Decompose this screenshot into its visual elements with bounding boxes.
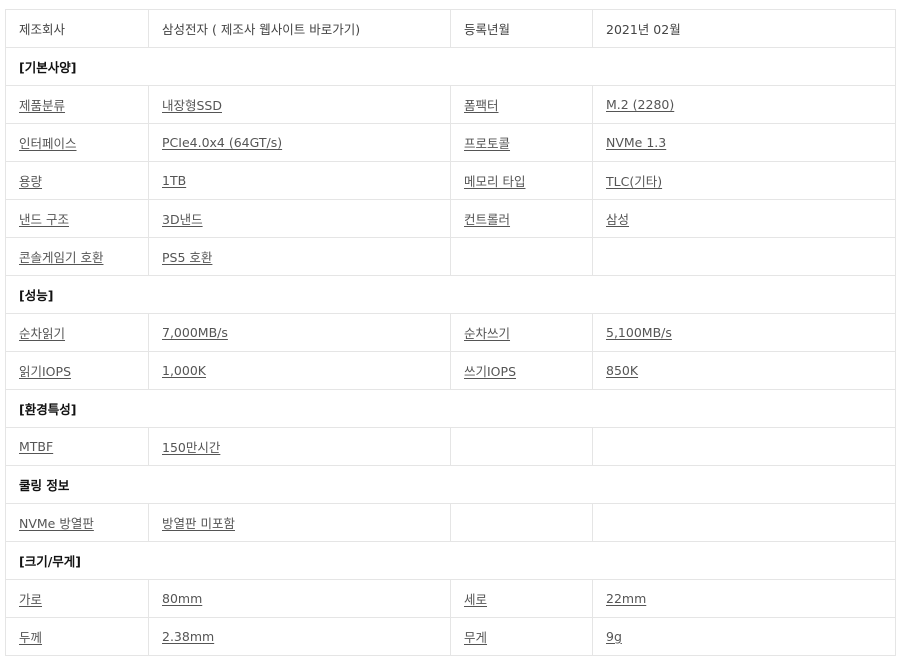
spec-label-nand[interactable]: 낸드 구조 [19,212,69,227]
section-row: [환경특성] [5,389,896,428]
spec-label-seq-write[interactable]: 순차쓰기 [464,326,510,341]
spec-label-heatsink[interactable]: NVMe 방열판 [19,516,94,531]
spec-value-width[interactable]: 80mm [162,591,202,606]
spec-label-width[interactable]: 가로 [19,592,42,607]
spec-value-category[interactable]: 내장형SSD [162,98,222,113]
spec-value-console[interactable]: PS5 호환 [162,250,212,265]
section-row: [크기/무게] [5,541,896,580]
section-basic: [기본사양] [5,47,896,86]
section-row: 쿨링 정보 [5,465,896,504]
spec-value-nand[interactable]: 3D낸드 [162,212,203,227]
empty-cell [592,427,896,466]
spec-label-seq-read[interactable]: 순차읽기 [19,326,65,341]
spec-value-mtbf[interactable]: 150만시간 [162,440,220,455]
section-row: [기본사양] [5,47,896,86]
section-performance: [성능] [5,275,896,314]
section-row: [성능] [5,275,896,314]
table-row: 가로 80mm 세로 22mm [5,579,896,618]
spec-label-weight[interactable]: 무게 [464,630,487,645]
table-row: 두께 2.38mm 무게 9g [5,617,896,656]
spec-label-console[interactable]: 콘솔게임기 호환 [19,250,103,265]
registered-label: 등록년월 [450,9,593,48]
spec-value-interface[interactable]: PCIe4.0x4 (64GT/s) [162,135,282,150]
empty-cell [450,237,593,276]
spec-value-heatsink[interactable]: 방열판 미포함 [162,516,235,531]
spec-value-height[interactable]: 22mm [606,591,646,606]
table-row: 제조회사 삼성전자 ( 제조사 웹사이트 바로가기) 등록년월 2021년 02… [5,9,896,48]
table-row: 읽기IOPS 1,000K 쓰기IOPS 850K [5,351,896,390]
spec-label-height[interactable]: 세로 [464,592,487,607]
spec-value-controller[interactable]: 삼성 [606,212,629,227]
spec-label-protocol[interactable]: 프로토콜 [464,136,510,151]
spec-label-memory-type[interactable]: 메모리 타입 [464,174,525,189]
table-row: 용량 1TB 메모리 타입 TLC(기타) [5,161,896,200]
spec-label-mtbf[interactable]: MTBF [19,439,53,454]
spec-value-weight[interactable]: 9g [606,629,622,644]
table-row: MTBF 150만시간 [5,427,896,466]
manufacturer-value[interactable]: 삼성전자 ( 제조사 웹사이트 바로가기) [148,9,451,48]
spec-value-seq-write[interactable]: 5,100MB/s [606,325,672,340]
table-row: 낸드 구조 3D낸드 컨트롤러 삼성 [5,199,896,238]
spec-value-thickness[interactable]: 2.38mm [162,629,214,644]
spec-label-write-iops[interactable]: 쓰기IOPS [464,364,516,379]
spec-value-protocol[interactable]: NVMe 1.3 [606,135,666,150]
table-row: 인터페이스 PCIe4.0x4 (64GT/s) 프로토콜 NVMe 1.3 [5,123,896,162]
table-row: 순차읽기 7,000MB/s 순차쓰기 5,100MB/s [5,313,896,352]
spec-value-form-factor[interactable]: M.2 (2280) [606,97,674,112]
empty-cell [592,503,896,542]
spec-value-memory-type[interactable]: TLC(기타) [606,174,662,189]
section-environment: [환경특성] [5,389,896,428]
spec-label-read-iops[interactable]: 읽기IOPS [19,364,71,379]
spec-label-category[interactable]: 제품분류 [19,98,65,113]
spec-value-seq-read[interactable]: 7,000MB/s [162,325,228,340]
spec-label-thickness[interactable]: 두께 [19,630,42,645]
registered-value: 2021년 02월 [592,9,896,48]
spec-label-capacity[interactable]: 용량 [19,174,42,189]
section-size: [크기/무게] [5,541,896,580]
spec-table: 제조회사 삼성전자 ( 제조사 웹사이트 바로가기) 등록년월 2021년 02… [5,9,896,656]
table-row: 콘솔게임기 호환 PS5 호환 [5,237,896,276]
manufacturer-label: 제조회사 [5,9,149,48]
spec-value-write-iops[interactable]: 850K [606,363,638,378]
spec-label-form-factor[interactable]: 폼팩터 [464,98,499,113]
table-row: NVMe 방열판 방열판 미포함 [5,503,896,542]
empty-cell [592,237,896,276]
spec-label-controller[interactable]: 컨트롤러 [464,212,510,227]
empty-cell [450,427,593,466]
spec-value-capacity[interactable]: 1TB [162,173,186,188]
spec-value-read-iops[interactable]: 1,000K [162,363,206,378]
empty-cell [450,503,593,542]
section-cooling: 쿨링 정보 [5,465,896,504]
table-row: 제품분류 내장형SSD 폼팩터 M.2 (2280) [5,85,896,124]
spec-label-interface[interactable]: 인터페이스 [19,136,77,151]
